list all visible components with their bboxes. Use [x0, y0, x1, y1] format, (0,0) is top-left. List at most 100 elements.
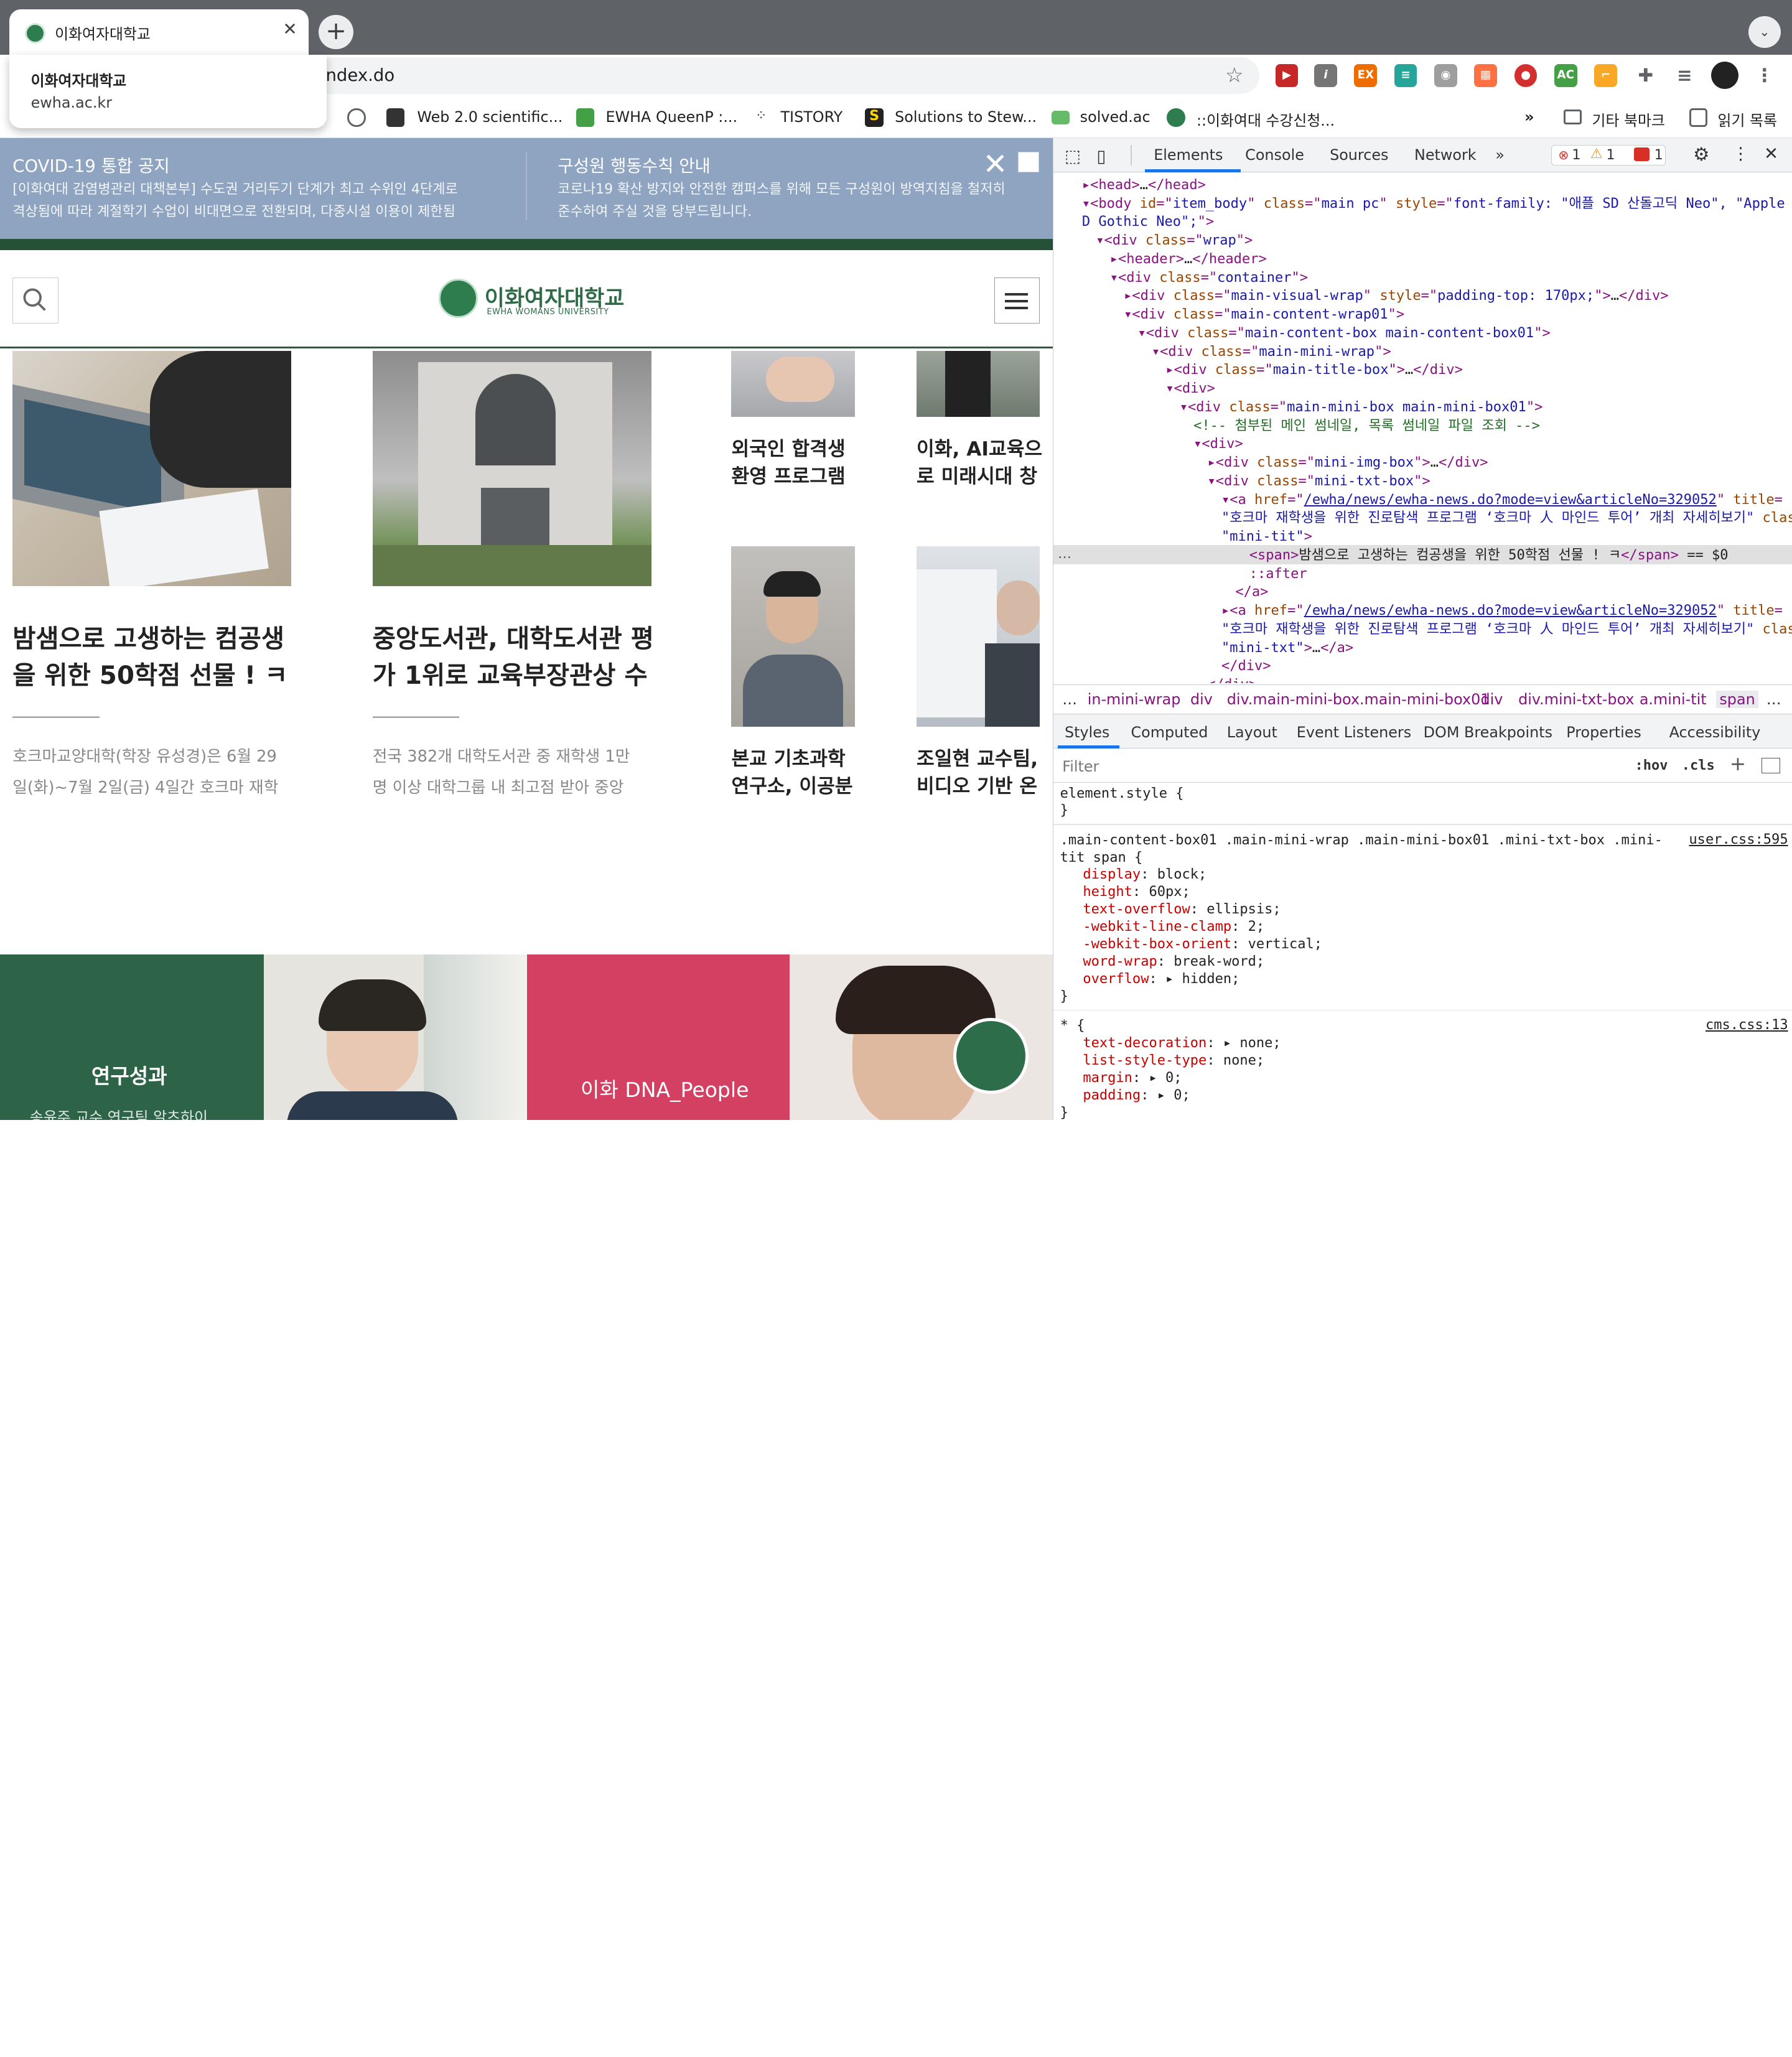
news-thumbnail[interactable]	[917, 350, 1040, 417]
rule-source-link[interactable]: cms.css:13	[1706, 1017, 1788, 1033]
dom-node-line[interactable]: ▸<header>…</header>	[1110, 250, 1267, 268]
dom-node-line[interactable]: "mini-tit">	[1221, 528, 1312, 546]
globe-icon[interactable]	[347, 108, 366, 127]
notice-title[interactable]: 구성원 행동수칙 안내	[558, 152, 711, 177]
dom-node-line[interactable]: </div>	[1208, 676, 1258, 683]
dont-show-checkbox[interactable]	[1018, 152, 1039, 173]
inspect-element-icon[interactable]: ⬚	[1065, 146, 1081, 166]
breadcrumb-item[interactable]: …	[1062, 691, 1077, 708]
breadcrumb-item[interactable]: div	[1190, 691, 1213, 708]
news-thumbnail[interactable]	[731, 350, 855, 417]
dom-tree[interactable]: ▸<head>…</head> ▾<body id="item_body" cla…	[1053, 176, 1792, 683]
dom-node-line[interactable]: ▾<div class="container">	[1110, 269, 1308, 287]
breadcrumb-item-selected[interactable]: span	[1715, 691, 1759, 709]
breadcrumb-item[interactable]: div	[1481, 691, 1503, 708]
ac-extension-icon[interactable]: AC	[1554, 63, 1577, 87]
extension-icon[interactable]: ●	[1514, 63, 1538, 87]
css-property[interactable]: margin: ▸ 0;	[1083, 1070, 1182, 1087]
breadcrumb-item[interactable]: div.main-mini-box.main-mini-box01	[1227, 691, 1490, 708]
breadcrumb-item[interactable]: div.mini-txt-box	[1518, 691, 1634, 708]
css-property[interactable]: display: block;	[1083, 866, 1206, 884]
dom-node-line[interactable]: "mini-txt">…</a>	[1221, 639, 1353, 657]
subtab-event-listeners[interactable]: Event Listeners	[1297, 724, 1411, 741]
bookmark-item[interactable]: TISTORY	[780, 108, 842, 126]
dom-node-line[interactable]: <span>밤샘으로 고생하는 컴공생을 위한 50학점 선물 ! ㅋ</spa…	[1249, 546, 1729, 564]
bookmark-item[interactable]: Web 2.0 scientific...	[417, 108, 562, 126]
news-title[interactable]: 외국인 합격생 환영 프로그램	[731, 436, 868, 490]
tab-elements[interactable]: Elements	[1154, 146, 1223, 164]
notice-title[interactable]: COVID-19 통합 공지	[12, 152, 170, 177]
news-description[interactable]: 호크마교양대학(학장 유성경)은 6월 29 일(화)~7월 2일(금) 4일간…	[12, 742, 355, 803]
news-thumbnail[interactable]	[917, 546, 1040, 727]
toggle-sidebar-icon[interactable]	[1762, 757, 1780, 774]
tab-search-button[interactable]: ⌄	[1748, 16, 1781, 49]
bookmark-star-icon[interactable]: ☆	[1225, 63, 1244, 87]
rule-selector[interactable]: * {	[1060, 1017, 1085, 1035]
news-thumbnail[interactable]	[372, 350, 651, 587]
extension-icon[interactable]: ▶	[1275, 63, 1299, 87]
dom-node-line[interactable]: ▾<a href="/ewha/news/ewha-news.do?mode=v…	[1221, 491, 1783, 509]
dom-node-line[interactable]: ▾<div class="main-content-box main-conte…	[1138, 324, 1551, 342]
news-title[interactable]: 밤샘으로 고생하는 컴공생 을 위한 50학점 선물 ! ㅋ	[12, 620, 355, 694]
close-devtools-icon[interactable]: ✕	[1764, 144, 1778, 164]
dom-node-line[interactable]: ▾<div class="main-content-wrap01">	[1124, 306, 1404, 324]
news-title[interactable]: 본교 기초과학 연구소, 이공분	[731, 745, 868, 800]
chrome-menu-icon[interactable]: ⋮	[1753, 63, 1776, 87]
css-property[interactable]: overflow: ▸ hidden;	[1083, 971, 1239, 988]
reading-list[interactable]: 읽기 목록	[1718, 108, 1777, 130]
filter-input[interactable]: Filter	[1062, 758, 1099, 775]
subtab-computed[interactable]: Computed	[1131, 724, 1208, 741]
tab-console[interactable]: Console	[1245, 146, 1304, 164]
rule-selector[interactable]: .main-content-box01 .main-mini-wrap .mai…	[1060, 832, 1663, 849]
extension-icon[interactable]: ▦	[1474, 63, 1498, 87]
tab-sources[interactable]: Sources	[1330, 146, 1388, 164]
close-icon[interactable]: ✕	[983, 147, 1008, 182]
profile-avatar[interactable]	[1710, 62, 1738, 90]
dom-node-line[interactable]: <!-- 첨부된 메인 썸네일, 목록 썸네일 파일 조회 -->	[1193, 417, 1540, 435]
ewha-logo-emblem-icon[interactable]	[439, 279, 478, 318]
dom-node-line[interactable]: ▾<div class="main-mini-wrap">	[1152, 343, 1391, 361]
subtab-dom-breakpoints[interactable]: DOM Breakpoints	[1424, 724, 1552, 741]
dom-node-line[interactable]: "호크마 재학생을 위한 진로탐색 프로그램 ‘호크마 人 마인드 투어’ 개최…	[1221, 509, 1792, 527]
css-property[interactable]: -webkit-line-clamp: 2;	[1083, 918, 1264, 936]
bookmark-item[interactable]: solved.ac	[1080, 108, 1150, 126]
news-thumbnail[interactable]	[12, 350, 292, 587]
dom-node-line[interactable]: ▾<div class="main-mini-box main-mini-box…	[1180, 398, 1543, 416]
breadcrumb-item[interactable]: in-mini-wrap	[1088, 691, 1181, 708]
extension-icon[interactable]: ⌐	[1594, 63, 1617, 87]
new-style-rule-icon[interactable]: +	[1730, 753, 1746, 775]
dna-people-section[interactable]: 이화 DNA_People	[526, 954, 790, 1120]
ex-extension-icon[interactable]: EX	[1354, 63, 1378, 87]
research-photo[interactable]	[264, 954, 527, 1120]
extension-icon[interactable]: ◉	[1434, 63, 1457, 87]
new-tab-button[interactable]: +	[319, 14, 353, 49]
css-property[interactable]: list-style-type: none;	[1083, 1052, 1264, 1070]
dom-node-line[interactable]: ▸<div class="main-visual-wrap" style="pa…	[1124, 287, 1668, 305]
news-description[interactable]: 전국 382개 대학도서관 중 재학생 1만 명 이상 대학그룹 내 최고점 받…	[373, 742, 716, 803]
menu-button[interactable]	[994, 278, 1040, 324]
address-bar[interactable]	[308, 57, 1260, 94]
subtab-properties[interactable]: Properties	[1566, 724, 1641, 741]
extension-icon[interactable]: ≡	[1394, 63, 1417, 87]
css-property[interactable]: text-decoration: ▸ none;	[1083, 1035, 1281, 1052]
ewha-emblem-float-button[interactable]	[953, 1018, 1029, 1094]
dom-node-line[interactable]: ▸<a href="/ewha/news/ewha-news.do?mode=v…	[1221, 602, 1783, 620]
dom-node-line[interactable]: ▸<div class="main-title-box">…</div>	[1165, 361, 1463, 379]
dom-node-line[interactable]: ▾<div class="mini-txt-box">	[1208, 472, 1430, 490]
bookmarks-overflow-button[interactable]: »	[1524, 108, 1534, 126]
other-bookmarks[interactable]: 기타 북마크	[1592, 108, 1665, 130]
subtab-layout[interactable]: Layout	[1227, 724, 1277, 741]
research-section[interactable]: 연구성과 송윤주 교수 연구팀 알츠하이	[0, 954, 264, 1120]
rule-source-link[interactable]: user.css:595	[1689, 832, 1788, 847]
dom-node-line[interactable]: ▸<div class="mini-img-box">…</div>	[1208, 454, 1488, 472]
css-property[interactable]: -webkit-box-orient: vertical;	[1083, 936, 1322, 953]
info-extension-icon[interactable]: i	[1314, 63, 1337, 87]
bookmark-item[interactable]: EWHA QueenP :...	[605, 108, 737, 126]
css-property[interactable]: height: 60px;	[1083, 884, 1190, 901]
css-property[interactable]: word-wrap: break-word;	[1083, 953, 1264, 971]
rule-selector[interactable]: element.style {	[1060, 785, 1184, 803]
settings-gear-icon[interactable]: ⚙	[1693, 144, 1709, 165]
tab-network[interactable]: Network	[1414, 146, 1477, 164]
news-title[interactable]: 조일현 교수팀, 비디오 기반 온	[917, 745, 1053, 800]
device-toolbar-icon[interactable]: ▯	[1096, 146, 1106, 166]
